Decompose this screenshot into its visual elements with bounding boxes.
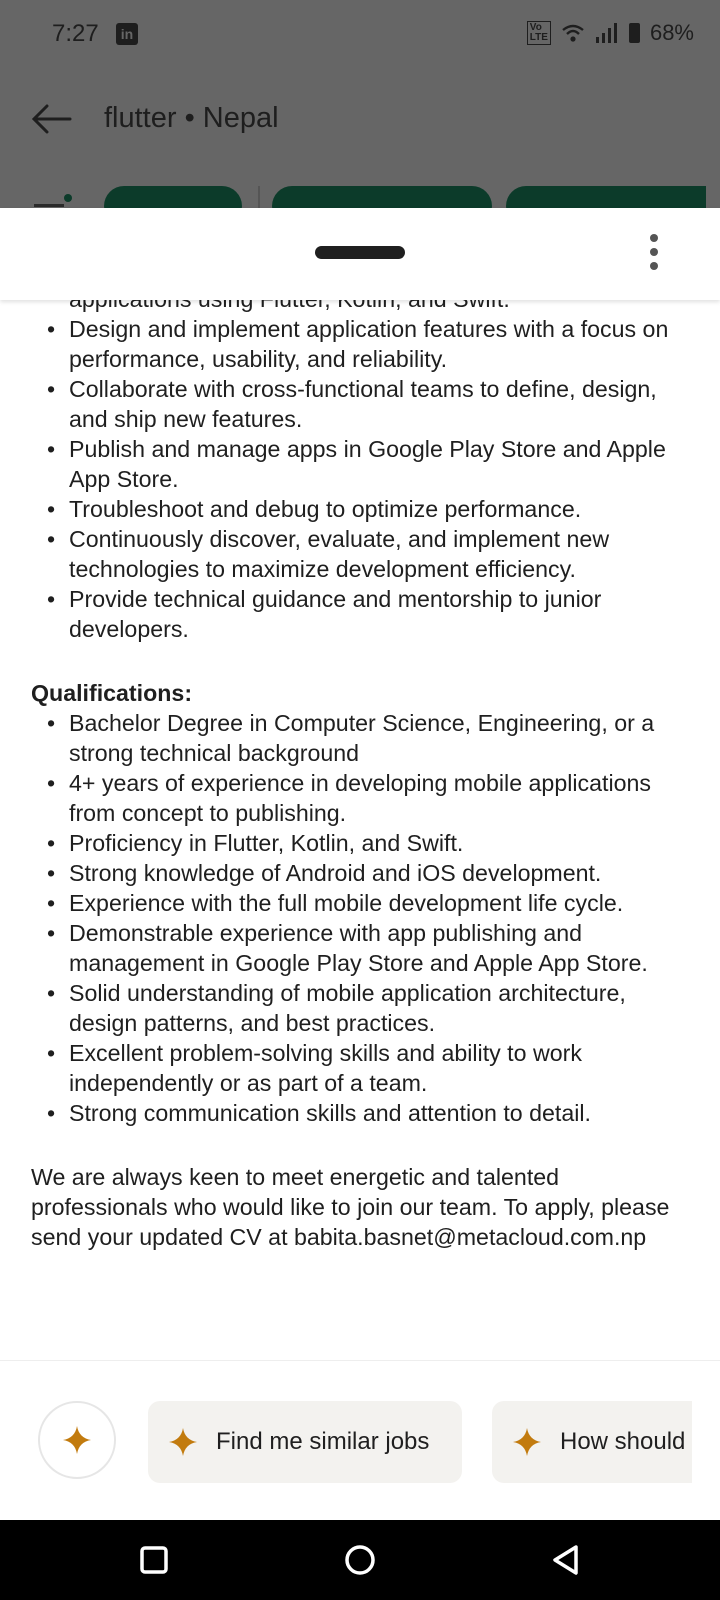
status-bar: 7:27 in Vo LTE 68% bbox=[0, 0, 720, 70]
qualification-item: Experience with the full mobile developm… bbox=[31, 888, 691, 918]
suggestion-chip-how-should[interactable]: How should bbox=[492, 1401, 692, 1483]
battery-percent: 68% bbox=[649, 20, 694, 45]
sparkle-icon bbox=[513, 1428, 541, 1456]
search-query-title[interactable]: flutter • Nepal bbox=[104, 102, 279, 135]
responsibility-item: Publish and manage apps in Google Play S… bbox=[31, 434, 691, 494]
qualifications-list: Bachelor Degree in Computer Science, Eng… bbox=[31, 708, 691, 1128]
suggestion-chip-similar-jobs[interactable]: Find me similar jobs bbox=[148, 1401, 462, 1483]
background-app-scrim: 7:27 in Vo LTE 68% flutter • Nepal bbox=[0, 0, 720, 226]
drag-handle[interactable] bbox=[315, 246, 405, 259]
search-header: flutter • Nepal bbox=[0, 90, 720, 150]
qualification-item: Bachelor Degree in Computer Science, Eng… bbox=[31, 708, 691, 768]
back-arrow-icon[interactable] bbox=[30, 98, 72, 140]
responsibility-item: Troubleshoot and debug to optimize perfo… bbox=[31, 494, 691, 524]
qualifications-heading: Qualifications: bbox=[31, 680, 193, 706]
status-time: 7:27 bbox=[52, 20, 99, 47]
sparkle-icon bbox=[63, 1426, 91, 1454]
suggestion-label: Find me similar jobs bbox=[216, 1428, 430, 1455]
qualification-item: Strong communication skills and attentio… bbox=[31, 1098, 691, 1128]
responsibility-item: Collaborate with cross-functional teams … bbox=[31, 374, 691, 434]
qualification-item: Solid understanding of mobile applicatio… bbox=[31, 978, 691, 1038]
qualification-item: Strong knowledge of Android and iOS deve… bbox=[31, 858, 691, 888]
back-icon[interactable] bbox=[546, 1540, 586, 1580]
recents-icon[interactable] bbox=[134, 1540, 174, 1580]
wifi-icon bbox=[562, 24, 584, 42]
more-options-icon[interactable] bbox=[648, 234, 660, 274]
qualification-item: Proficiency in Flutter, Kotlin, and Swif… bbox=[31, 828, 691, 858]
responsibility-item: Provide technical guidance and mentorshi… bbox=[31, 584, 691, 644]
home-icon[interactable] bbox=[340, 1540, 380, 1580]
qualification-item: Excellent problem-solving skills and abi… bbox=[31, 1038, 691, 1098]
job-description-sheet: applications using Flutter, Kotlin, and … bbox=[0, 208, 720, 1520]
status-icons: Vo LTE 68% bbox=[526, 20, 694, 46]
ai-suggestion-bar: Find me similar jobs How should bbox=[0, 1360, 720, 1521]
sparkle-icon bbox=[169, 1428, 197, 1456]
job-description-content: applications using Flutter, Kotlin, and … bbox=[31, 284, 691, 1252]
sheet-header bbox=[0, 208, 720, 300]
system-navigation-bar bbox=[0, 1520, 720, 1600]
suggestion-label: How should bbox=[560, 1428, 686, 1455]
linkedin-icon: in bbox=[116, 23, 138, 45]
responsibility-item: Design and implement application feature… bbox=[31, 314, 691, 374]
battery-icon bbox=[628, 23, 640, 43]
signal-icon bbox=[595, 23, 617, 43]
volte-icon: Vo LTE bbox=[526, 21, 551, 45]
responsibility-item: Continuously discover, evaluate, and imp… bbox=[31, 524, 691, 584]
qualification-item: Demonstrable experience with app publish… bbox=[31, 918, 691, 978]
closing-paragraph: We are always keen to meet energetic and… bbox=[31, 1164, 670, 1250]
qualification-item: 4+ years of experience in developing mob… bbox=[31, 768, 691, 828]
ai-assistant-button[interactable] bbox=[38, 1401, 116, 1479]
responsibilities-list: applications using Flutter, Kotlin, and … bbox=[31, 284, 691, 644]
